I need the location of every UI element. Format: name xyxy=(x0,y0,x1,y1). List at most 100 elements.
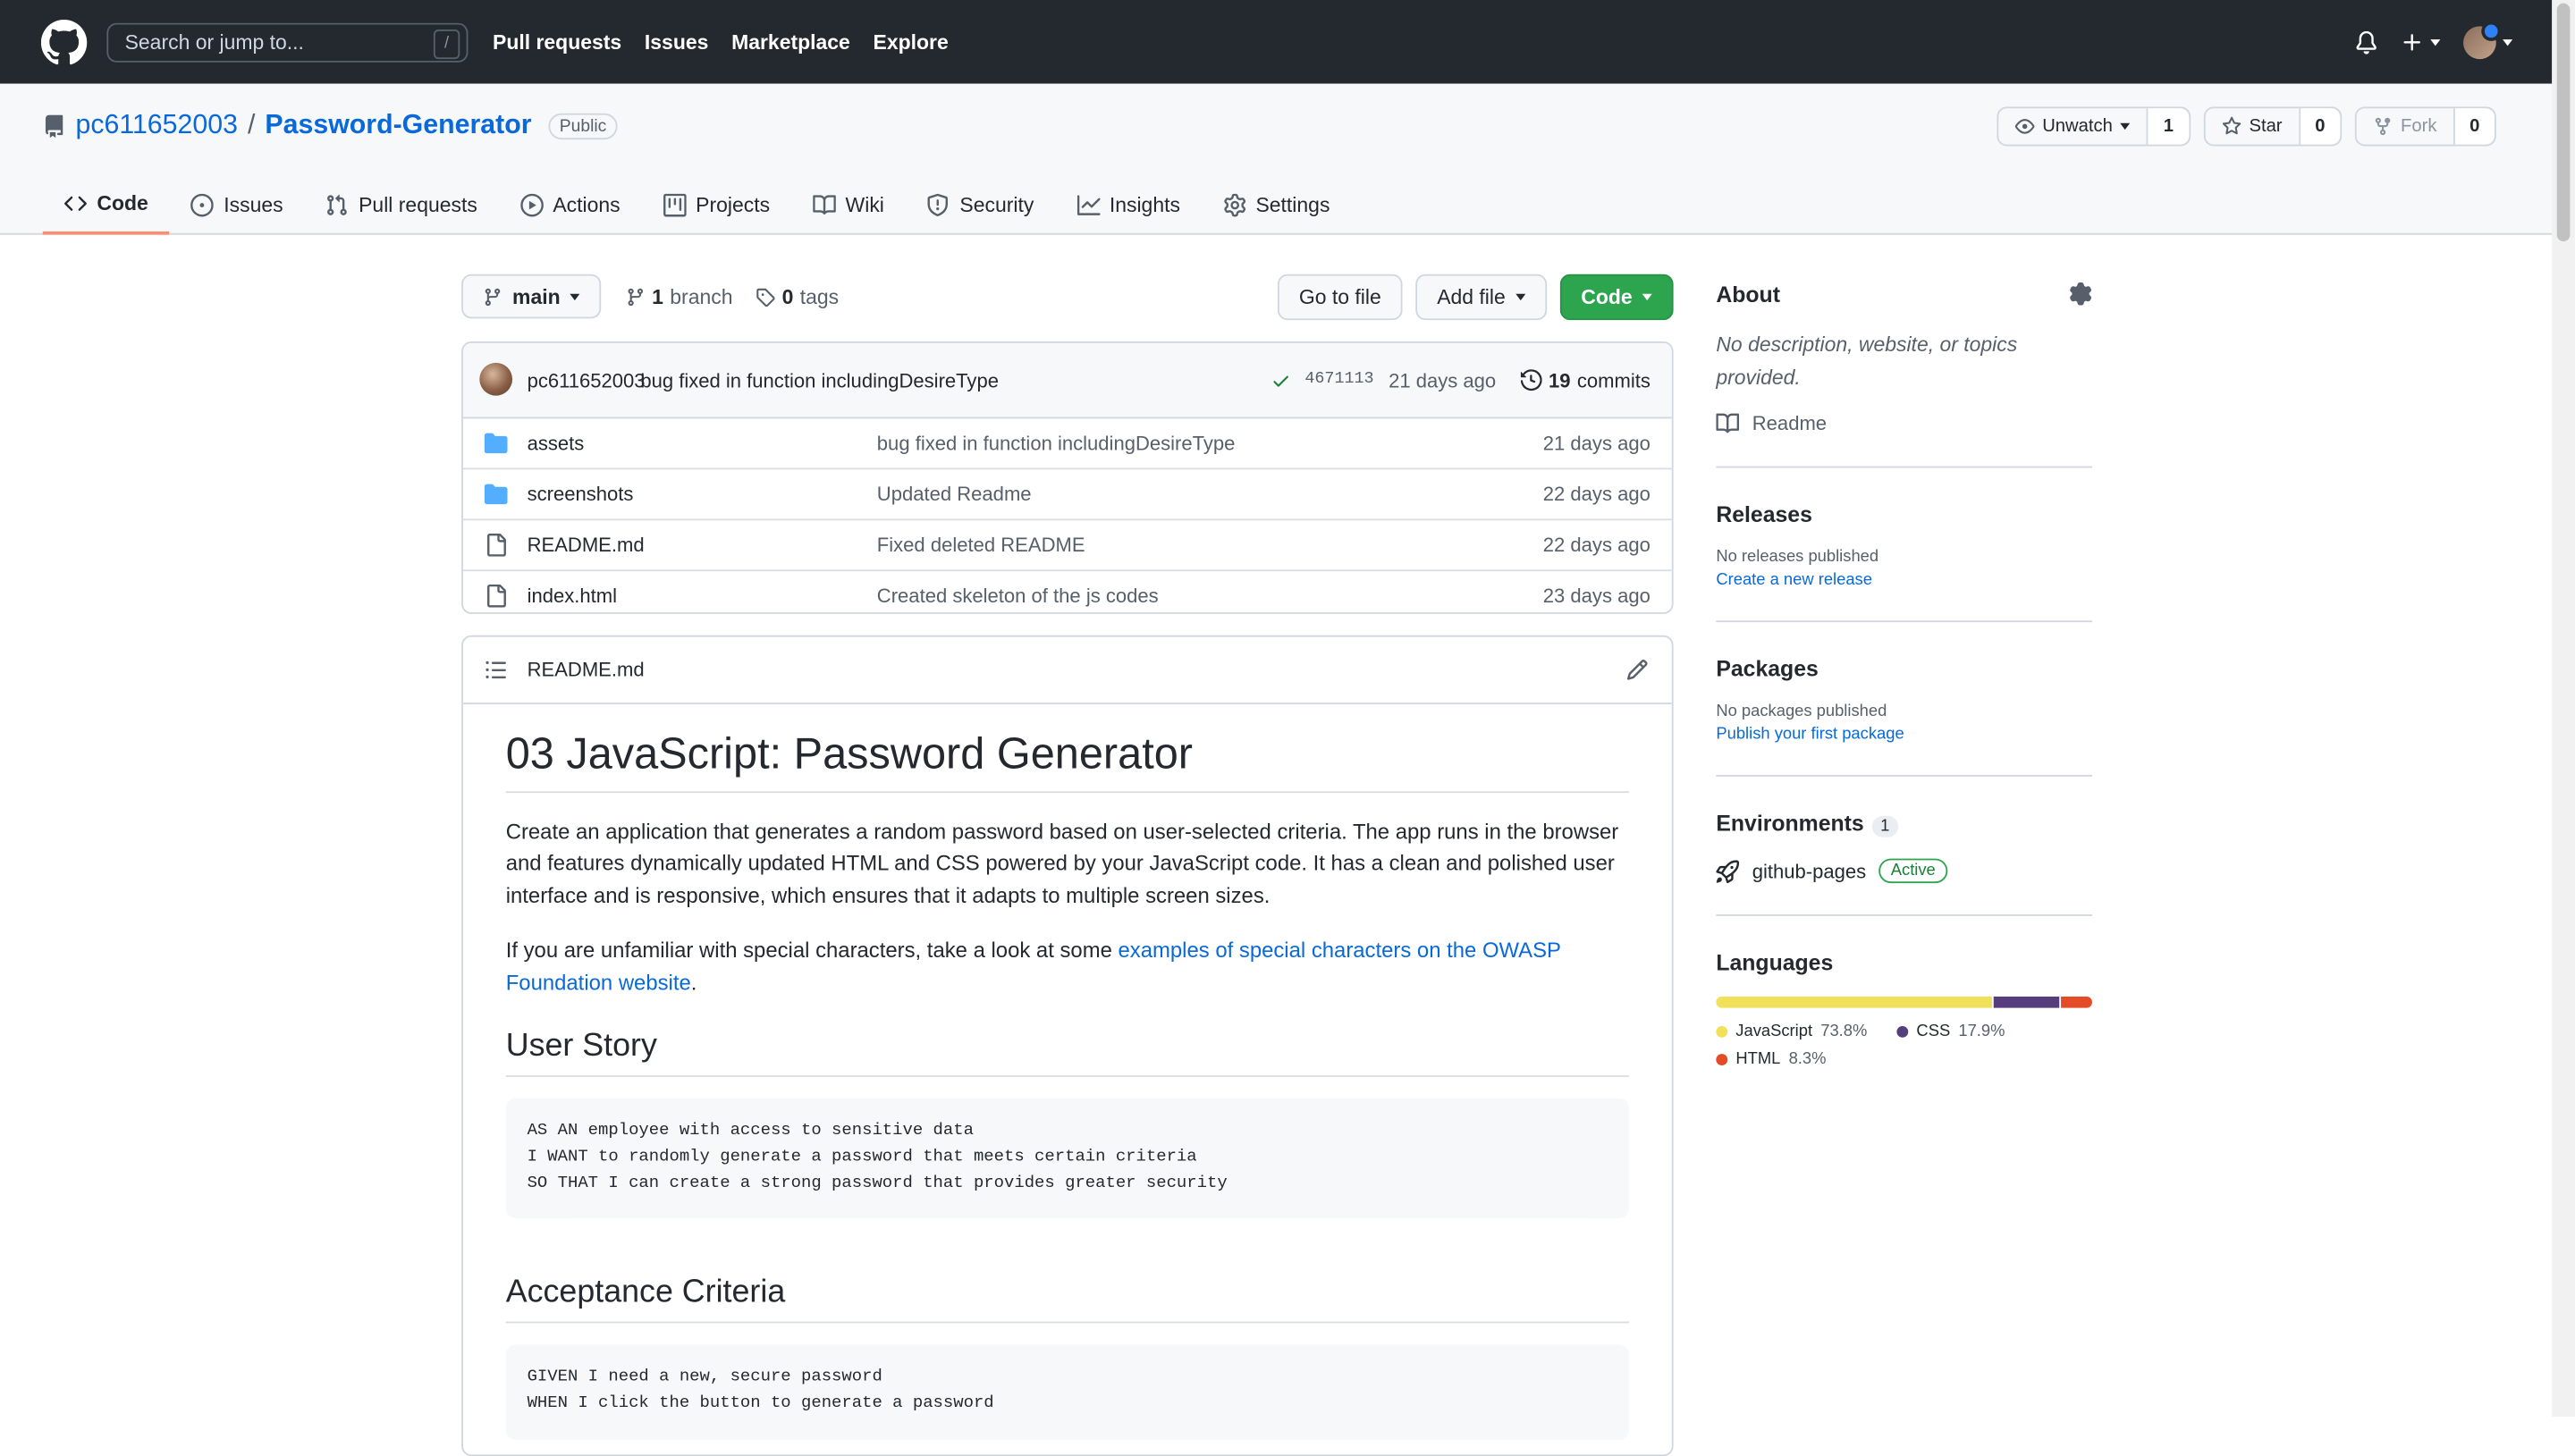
branch-info: 1 branch 0 tags xyxy=(626,274,839,320)
about-description: No description, website, or topics provi… xyxy=(1716,332,2018,389)
tab-settings[interactable]: Settings xyxy=(1202,176,1351,235)
tab-wiki[interactable]: Wiki xyxy=(791,176,906,235)
global-header: Search or jump to... / Pull requests Iss… xyxy=(0,0,2553,84)
tab-issues[interactable]: Issues xyxy=(170,176,305,235)
file-commit-message[interactable]: Updated Readme xyxy=(877,483,1032,506)
check-icon[interactable] xyxy=(1271,370,1290,390)
language-bar-segment-html xyxy=(2061,996,2092,1008)
go-to-file-button[interactable]: Go to file xyxy=(1277,274,1403,321)
list-item[interactable]: assets bug fixed in function includingDe… xyxy=(462,418,1672,470)
tab-projects[interactable]: Projects xyxy=(642,176,791,235)
book-icon xyxy=(1716,413,1740,433)
nav-marketplace[interactable]: Marketplace xyxy=(731,30,850,54)
language-item-css[interactable]: CSS 17.9% xyxy=(1896,1023,2047,1040)
branch-count: 1 xyxy=(652,285,663,309)
pencil-icon[interactable] xyxy=(1625,659,1649,682)
star-button[interactable]: Star 0 xyxy=(2203,106,2342,147)
repo-owner-link[interactable]: pc611652003 xyxy=(75,110,237,141)
publish-package-link[interactable]: Publish your first package xyxy=(1716,726,2092,744)
avatar[interactable] xyxy=(479,362,513,396)
tab-label: Wiki xyxy=(845,193,884,217)
gear-icon[interactable] xyxy=(2069,282,2092,306)
repo-name-link[interactable]: Password-Generator xyxy=(265,110,531,141)
tab-label: Pull requests xyxy=(359,193,477,217)
create-new-menu[interactable] xyxy=(2401,30,2441,54)
releases-title[interactable]: Releases xyxy=(1716,502,2092,527)
readme-filename[interactable]: README.md xyxy=(528,659,645,682)
tab-label: Settings xyxy=(1255,193,1330,217)
commit-sha[interactable]: 4671113 xyxy=(1304,371,1373,389)
watch-button[interactable]: Unwatch 1 xyxy=(1996,106,2191,147)
fork-button-main: Fork xyxy=(2356,108,2455,145)
packages-title[interactable]: Packages xyxy=(1716,657,2092,682)
nav-explore[interactable]: Explore xyxy=(874,30,949,54)
star-count[interactable]: 0 xyxy=(2300,108,2341,145)
tab-actions[interactable]: Actions xyxy=(499,176,642,235)
bell-icon[interactable] xyxy=(2355,29,2378,54)
file-actions: Go to file Add file Code xyxy=(1277,274,1674,321)
add-file-button[interactable]: Add file xyxy=(1415,274,1547,321)
repo-title: pc611652003 / Password-Generator Public xyxy=(43,110,619,141)
languages-title: Languages xyxy=(1716,950,1834,975)
tab-code[interactable]: Code xyxy=(42,176,170,235)
user-menu[interactable] xyxy=(2463,20,2513,59)
repo-separator: / xyxy=(247,110,256,140)
branch-select-button[interactable]: main xyxy=(461,274,602,319)
nav-pull-requests[interactable]: Pull requests xyxy=(493,30,621,54)
rocket-icon xyxy=(1716,859,1740,883)
file-commit-message[interactable]: Fixed deleted README xyxy=(877,534,1085,557)
environment-item[interactable]: github-pages Active xyxy=(1716,858,2092,884)
readme-link[interactable]: Readme xyxy=(1716,412,2092,435)
fork-icon xyxy=(2375,117,2391,136)
search-input[interactable]: Search or jump to... / xyxy=(106,22,469,63)
book-icon xyxy=(812,195,836,215)
list-item[interactable]: README.md Fixed deleted README 22 days a… xyxy=(462,520,1672,572)
list-item[interactable]: screenshots Updated Readme 22 days ago xyxy=(462,469,1672,521)
tab-insights[interactable]: Insights xyxy=(1055,176,1202,235)
file-age: 23 days ago xyxy=(1542,584,1651,608)
language-item-javascript[interactable]: JavaScript 73.8% xyxy=(1716,1023,1867,1040)
star-icon xyxy=(2222,116,2241,135)
scrollbar-thumb[interactable] xyxy=(2556,3,2571,241)
tab-pull-requests[interactable]: Pull requests xyxy=(305,176,499,235)
releases-section: Releases No releases published Create a … xyxy=(1716,467,2092,589)
readme-panel: README.md 03 JavaScript: Password Genera… xyxy=(461,635,1674,1456)
scrollbar[interactable] xyxy=(2552,0,2575,1418)
list-item[interactable]: index.html Created skeleton of the js co… xyxy=(463,571,1672,612)
go-to-file-label: Go to file xyxy=(1298,285,1381,309)
code-button[interactable]: Code xyxy=(1559,274,1674,321)
file-name[interactable]: README.md xyxy=(528,534,645,557)
nav-issues[interactable]: Issues xyxy=(645,30,708,54)
github-logo-icon[interactable] xyxy=(40,20,88,65)
chevron-down-icon xyxy=(570,292,580,300)
create-release-link[interactable]: Create a new release xyxy=(1716,571,2092,589)
commit-author[interactable]: pc611652003 xyxy=(528,368,646,391)
tags-link[interactable]: 0 tags xyxy=(756,285,839,309)
file-commit-message[interactable]: Created skeleton of the js codes xyxy=(877,585,1159,608)
tab-security[interactable]: Security xyxy=(906,176,1055,235)
languages-section: Languages JavaScript 73.8% CSS 17.9% HTML 8… xyxy=(1716,916,2092,1069)
branch-icon xyxy=(485,287,501,306)
language-dot-icon xyxy=(1716,1054,1728,1066)
file-commit-message[interactable]: bug fixed in function includingDesireTyp… xyxy=(877,432,1236,455)
file-name[interactable]: screenshots xyxy=(528,483,634,506)
file-name[interactable]: index.html xyxy=(528,585,617,608)
eye-icon xyxy=(2014,119,2034,134)
chevron-down-icon xyxy=(2120,122,2132,130)
language-legend: JavaScript 73.8% CSS 17.9% HTML 8.3% xyxy=(1716,1023,2092,1069)
environments-title[interactable]: Environments 1 xyxy=(1716,811,2092,837)
language-name: JavaScript xyxy=(1735,1023,1813,1041)
language-dot-icon xyxy=(1896,1025,1909,1038)
commit-history-link[interactable]: 19 commits xyxy=(1520,368,1651,391)
language-item-html[interactable]: HTML 8.3% xyxy=(1716,1050,1867,1069)
watch-count[interactable]: 1 xyxy=(2149,108,2189,145)
tag-count: 0 xyxy=(781,285,794,309)
branches-link[interactable]: 1 branch xyxy=(626,285,733,309)
language-bar-segment-css xyxy=(1992,996,2060,1008)
list-unordered-icon[interactable] xyxy=(485,659,508,682)
commit-message[interactable]: bug fixed in function includingDesireTyp… xyxy=(640,368,999,391)
language-percent: 73.8% xyxy=(1820,1023,1868,1041)
folder-icon xyxy=(484,484,508,505)
file-name[interactable]: assets xyxy=(528,432,585,455)
search-shortcut-key: / xyxy=(433,29,460,60)
